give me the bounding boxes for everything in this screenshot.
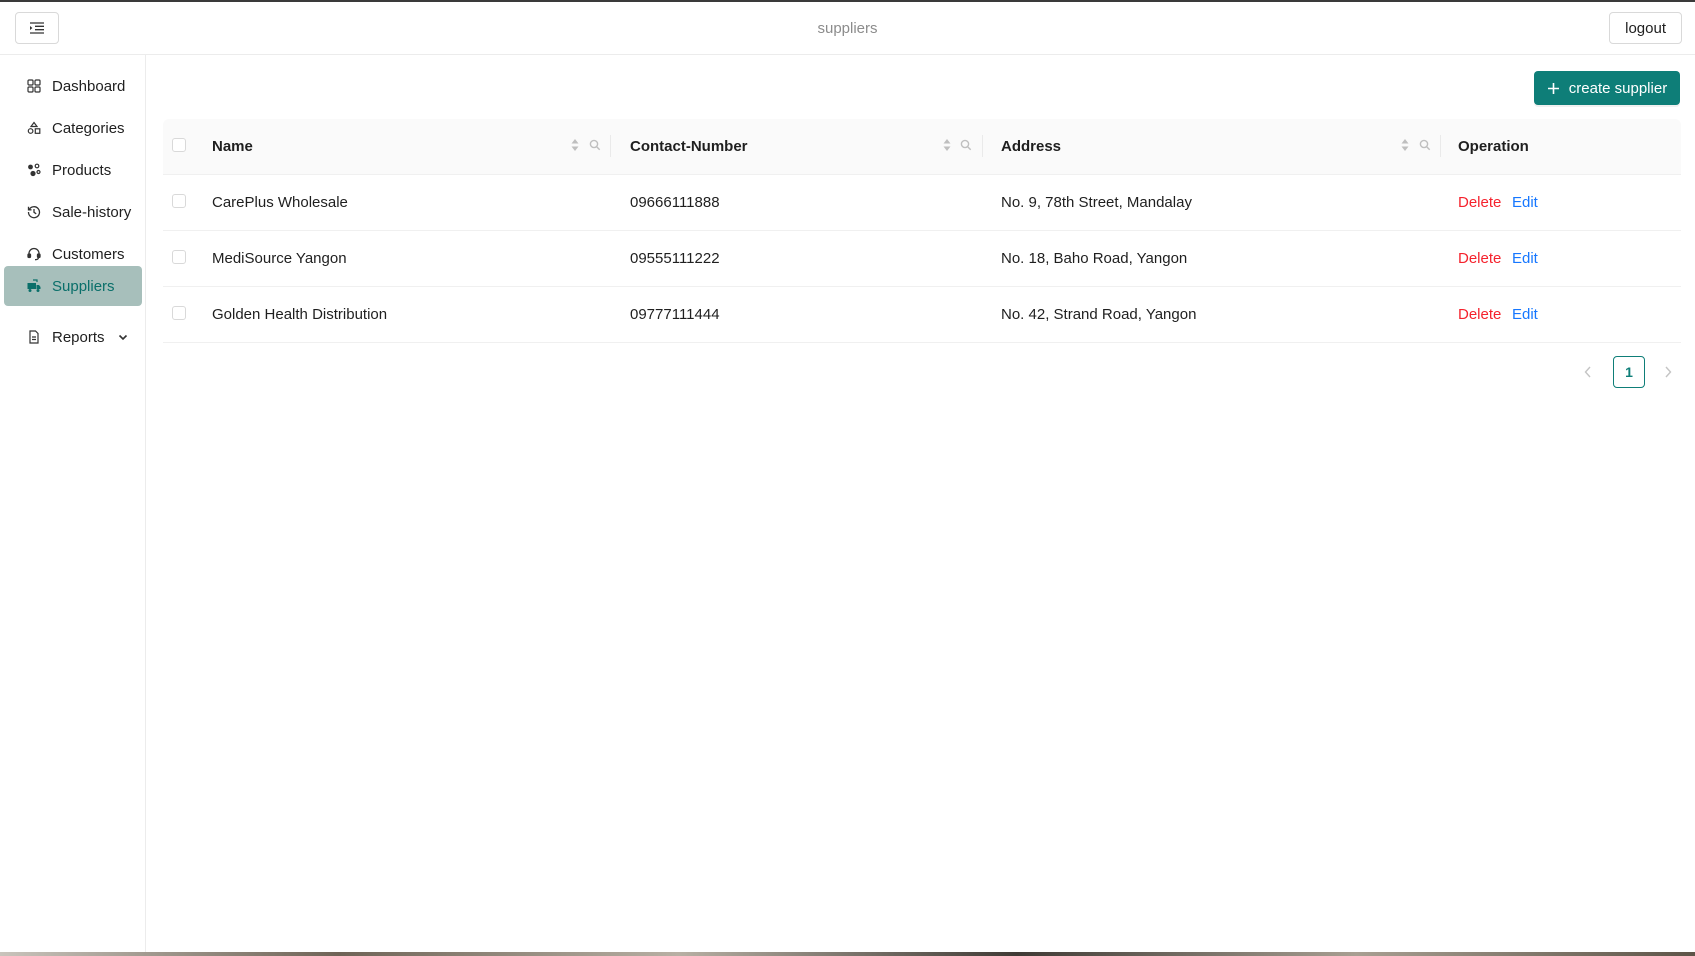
sidebar-item-label: Customers — [52, 245, 125, 263]
column-header-operation: Operation — [1458, 138, 1529, 155]
suppliers-table: Name Contact-Number Address Operation Ca… — [163, 119, 1681, 343]
column-divider — [610, 135, 611, 157]
sidebar-item-label: Products — [52, 161, 112, 179]
supplier-name: MediSource Yangon — [212, 250, 347, 267]
row-checkbox[interactable] — [172, 194, 186, 208]
sidebar-item-label: Categories — [52, 119, 125, 137]
column-divider — [982, 135, 983, 157]
supplier-name: Golden Health Distribution — [212, 306, 388, 323]
plus-icon — [1547, 82, 1560, 95]
table-row: CarePlus Wholesale 09666111888 No. 9, 78… — [163, 175, 1681, 231]
edit-link[interactable]: Edit — [1512, 306, 1538, 323]
supplier-address: No. 18, Baho Road, Yangon — [1001, 250, 1188, 267]
supplier-address: No. 42, Strand Road, Yangon — [1001, 306, 1197, 323]
header: suppliers logout — [0, 2, 1695, 55]
column-header-name: Name — [212, 138, 253, 155]
next-page-button[interactable] — [1654, 364, 1682, 380]
sort-icon[interactable] — [570, 138, 580, 152]
sidebar-item-label: Suppliers — [52, 277, 115, 295]
search-icon[interactable] — [1419, 139, 1431, 151]
sort-icon[interactable] — [942, 138, 952, 152]
sidebar-item-reports[interactable]: Reports — [4, 317, 142, 357]
sidebar-item-products[interactable]: Products — [4, 150, 142, 190]
table-row: Golden Health Distribution 09777111444 N… — [163, 287, 1681, 343]
products-icon — [27, 163, 41, 177]
page-number-1[interactable]: 1 — [1613, 356, 1645, 388]
bottom-strip — [0, 952, 1695, 956]
customer-service-icon — [27, 247, 41, 261]
select-all-checkbox[interactable] — [172, 138, 186, 152]
prev-page-button[interactable] — [1574, 364, 1602, 380]
delete-link[interactable]: Delete — [1458, 250, 1501, 267]
supplier-contact: 09666111888 — [630, 194, 720, 211]
create-supplier-button[interactable]: create supplier — [1534, 71, 1680, 105]
supplier-address: No. 9, 78th Street, Mandalay — [1001, 194, 1192, 211]
sidebar-item-sale-history[interactable]: Sale-history — [4, 192, 142, 232]
supplier-contact: 09777111444 — [630, 306, 720, 323]
create-supplier-label: create supplier — [1568, 79, 1668, 97]
sort-icon[interactable] — [1400, 138, 1410, 152]
truck-icon — [27, 279, 41, 293]
supplier-contact: 09555111222 — [630, 250, 720, 267]
sidebar: Dashboard Categories Products Sale-histo… — [0, 55, 146, 956]
chevron-down-icon[interactable] — [117, 331, 129, 343]
sidebar-item-label: Dashboard — [52, 77, 126, 95]
column-divider — [1440, 135, 1441, 157]
column-header-contact-number: Contact-Number — [630, 138, 748, 155]
delete-link[interactable]: Delete — [1458, 306, 1501, 323]
page-title: suppliers — [817, 20, 878, 37]
search-icon[interactable] — [589, 139, 601, 151]
sidebar-item-suppliers[interactable]: Suppliers — [4, 266, 142, 306]
delete-link[interactable]: Delete — [1458, 194, 1501, 211]
sidebar-item-categories[interactable]: Categories — [4, 108, 142, 148]
categories-icon — [27, 121, 41, 135]
sidebar-item-label: Reports — [52, 328, 105, 346]
table-header: Name Contact-Number Address Operation — [163, 119, 1681, 175]
edit-link[interactable]: Edit — [1512, 250, 1538, 267]
logout-button[interactable]: logout — [1609, 12, 1682, 44]
search-icon[interactable] — [960, 139, 972, 151]
row-checkbox[interactable] — [172, 306, 186, 320]
sidebar-item-label: Sale-history — [52, 203, 132, 221]
supplier-name: CarePlus Wholesale — [212, 194, 348, 211]
table-row: MediSource Yangon 09555111222 No. 18, Ba… — [163, 231, 1681, 287]
sidebar-item-dashboard[interactable]: Dashboard — [4, 66, 142, 106]
file-icon — [27, 330, 41, 344]
edit-link[interactable]: Edit — [1512, 194, 1538, 211]
history-icon — [27, 205, 41, 219]
dashboard-icon — [27, 79, 41, 93]
column-header-address: Address — [1001, 138, 1062, 155]
row-checkbox[interactable] — [172, 250, 186, 264]
